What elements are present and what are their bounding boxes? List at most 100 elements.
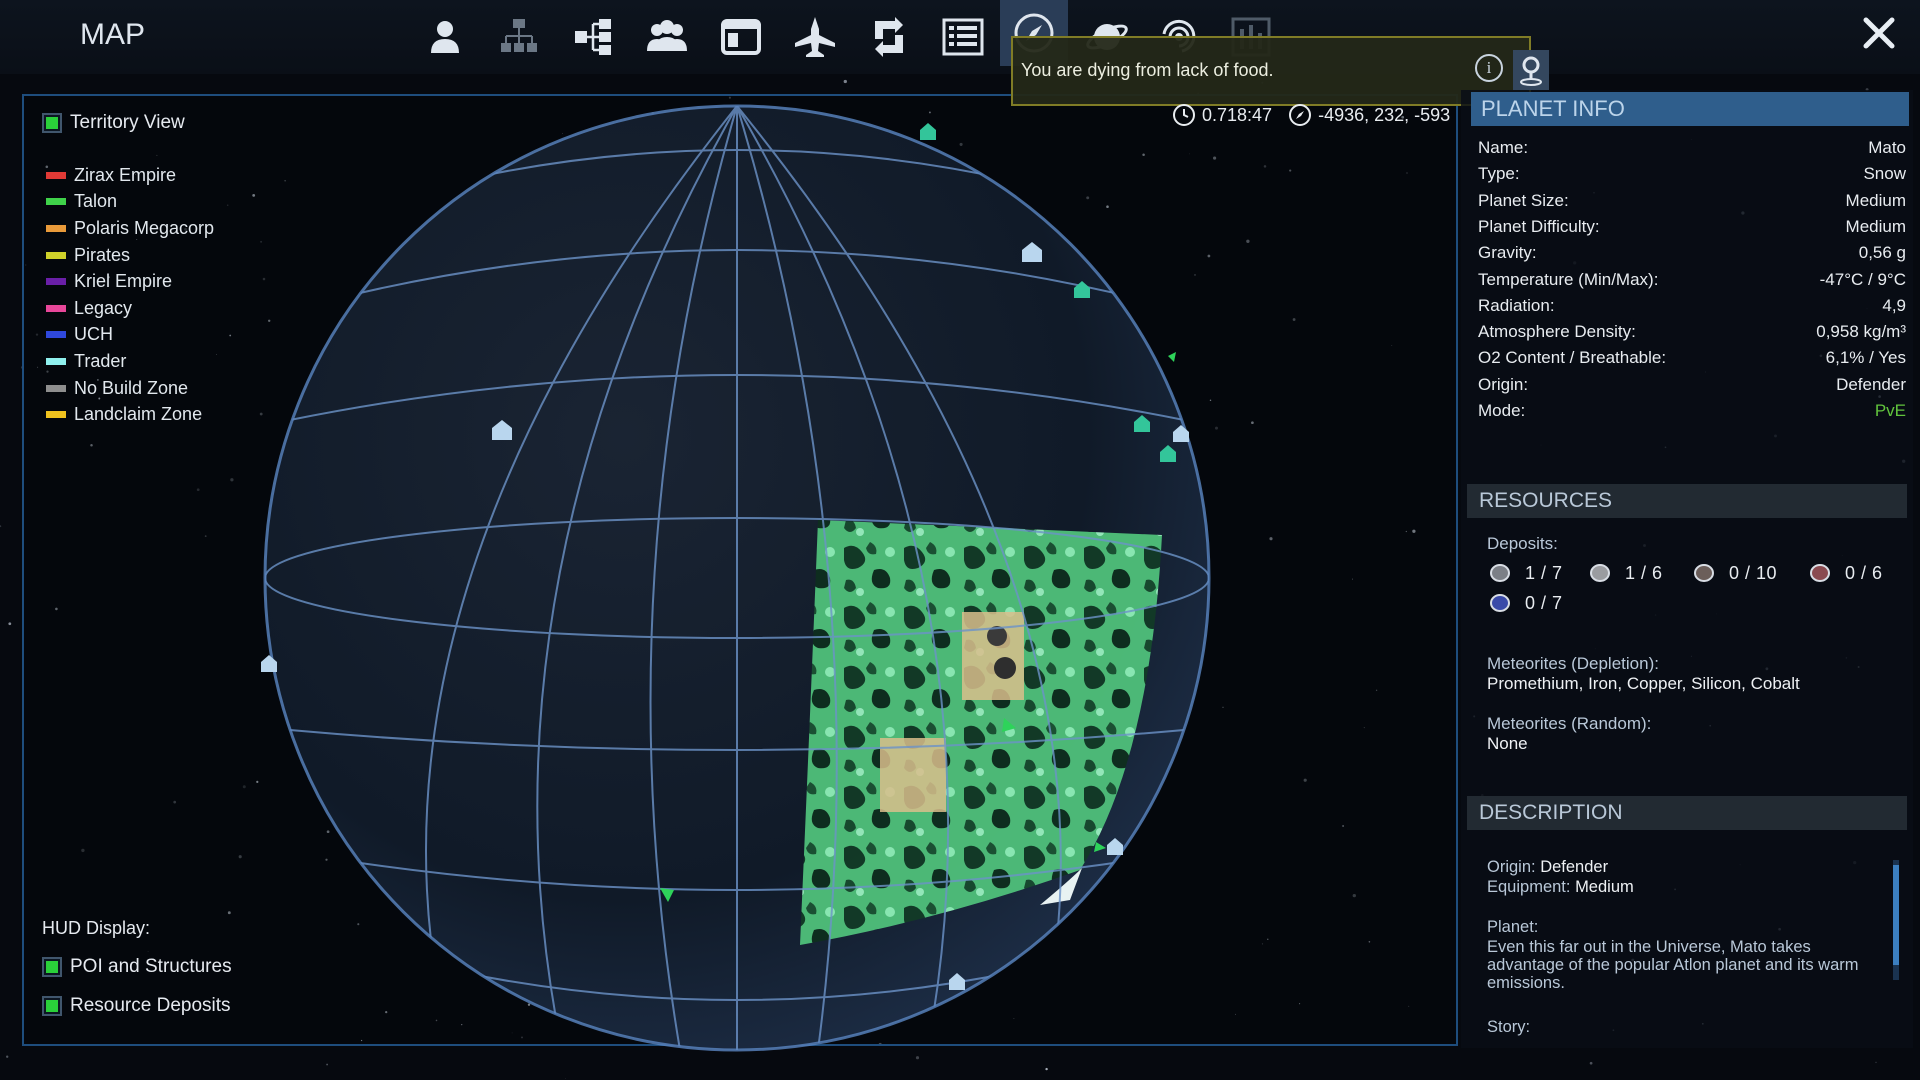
legend-label: Landclaim Zone — [74, 404, 203, 425]
planet-info-label: Planet Difficulty: — [1478, 216, 1600, 236]
description-origin: Origin: Defender — [1487, 858, 1609, 876]
legend-item: Kriel Empire — [42, 268, 214, 295]
planet-info-label: Name: — [1478, 138, 1529, 157]
landclaim-zone-1 — [962, 612, 1024, 700]
description-planet-label: Planet: — [1487, 918, 1539, 936]
description-story-label: Story: — [1487, 1018, 1531, 1036]
planet-info-row: Gravity: 0,56 g — [1478, 243, 1906, 263]
talon-structure-icon[interactable] — [920, 123, 936, 140]
planet-info-row: Mode: PvE — [1478, 401, 1906, 421]
compass-icon — [1289, 104, 1312, 126]
map-pin-button[interactable] — [1513, 50, 1549, 90]
ore-icon — [1490, 564, 1510, 582]
meteorites-depletion-label: Meteorites (Depletion): — [1487, 654, 1659, 673]
poi-structures-label: POI and Structures — [70, 956, 232, 977]
legend-swatch — [46, 278, 66, 286]
crater-2 — [994, 657, 1016, 679]
legend-item: Talon — [42, 189, 214, 216]
resource-deposits-toggle[interactable]: Resource Deposits — [42, 995, 231, 1017]
poi-structures-checkbox[interactable] — [42, 957, 62, 977]
planet-info-value: 0,958 kg/m³ — [1816, 322, 1906, 342]
deposit-item: 0 / 10 — [1691, 562, 1777, 584]
legend-item: Polaris Megacorp — [42, 215, 214, 242]
close-icon[interactable] — [1860, 14, 1898, 52]
territory-view-label: Territory View — [70, 112, 185, 133]
planet-info-row: Planet Size: Medium — [1478, 191, 1906, 211]
map-pin-icon — [1520, 56, 1542, 86]
legend-swatch — [46, 198, 66, 206]
ore-icon — [1694, 564, 1714, 582]
planet-info-label: Mode: — [1478, 401, 1526, 420]
legend-label: Kriel Empire — [74, 271, 173, 292]
legend-item: Trader — [42, 348, 214, 375]
description-planet-text: Even this far out in the Universe, Mato … — [1487, 938, 1859, 992]
planet-info-label: Origin: — [1478, 374, 1529, 394]
info-icon[interactable]: i — [1475, 54, 1503, 82]
deposit-item: 1 / 6 — [1587, 562, 1663, 584]
legend-label: Talon — [74, 191, 118, 212]
planet-info-header: PLANET INFO — [1471, 92, 1909, 126]
territory-view-toggle[interactable]: Territory View — [42, 112, 214, 134]
legend-item: Pirates — [42, 242, 214, 269]
planet-info-row: Planet Difficulty: Medium — [1478, 217, 1906, 237]
description-header: DESCRIPTION — [1467, 796, 1907, 830]
resource-deposits-label: Resource Deposits — [70, 995, 231, 1016]
planet-info-row: O2 Content / Breathable: 6,1% / Yes — [1478, 348, 1906, 368]
legend-swatch — [46, 251, 66, 259]
legend-label: Polaris Megacorp — [74, 217, 215, 238]
ship-marker-icon[interactable] — [1168, 352, 1176, 362]
deposit-count: 0 / 6 — [1845, 562, 1883, 583]
faction-legend-list: Zirax Empire Talon Polaris Megacorp Pirates… — [42, 162, 214, 428]
planet-info-row: Radiation: 4,9 — [1478, 296, 1906, 316]
notification-banner: You are dying from lack of food. i — [1011, 36, 1549, 106]
legend-swatch — [46, 224, 66, 232]
planet-info-value: 4,9 — [1882, 295, 1906, 315]
deposit-item: 0 / 7 — [1487, 592, 1563, 614]
deposit-count: 0 / 7 — [1525, 592, 1563, 613]
territory-view-checkbox[interactable] — [42, 113, 62, 133]
description-scrollbar-thumb[interactable] — [1893, 865, 1899, 965]
hud-display-label: HUD Display: — [42, 918, 151, 938]
legend-item: Legacy — [42, 295, 214, 322]
notification-text: You are dying from lack of food. — [1021, 60, 1274, 80]
planet-info-panel: PLANET INFO Name: Mato Type: Snow Planet Siz… — [1461, 90, 1913, 1048]
planet-info-label: Atmosphere Density: — [1478, 322, 1636, 342]
planet-info-label: Type: — [1478, 164, 1520, 184]
game-time: 0.718:47 — [1202, 104, 1273, 125]
resource-deposits-checkbox[interactable] — [42, 996, 62, 1016]
legend-label: Legacy — [74, 297, 133, 318]
legend-swatch — [46, 357, 66, 365]
planet-info-value: PvE — [1874, 401, 1906, 420]
legend-swatch — [46, 411, 66, 419]
ore-icon — [1590, 564, 1610, 582]
planet-info-row: Origin: Defender — [1478, 375, 1906, 395]
planet-globe[interactable] — [0, 0, 1460, 1060]
legend-swatch — [46, 384, 66, 392]
planet-info-value: Medium — [1845, 216, 1906, 236]
planet-info-value: Defender — [1836, 374, 1906, 394]
legend-label: No Build Zone — [74, 377, 189, 398]
status-readout: 0.718:47 -4936, 232, -593 — [1172, 102, 1450, 128]
legend-label: Trader — [74, 350, 127, 371]
planet-info-value: 6,1% / Yes — [1825, 348, 1906, 368]
ore-icon — [1810, 564, 1830, 582]
deposit-count: 1 / 7 — [1525, 562, 1563, 583]
player-coordinates: -4936, 232, -593 — [1318, 104, 1451, 125]
planet-info-value: 0,56 g — [1858, 243, 1906, 263]
legend-swatch — [46, 304, 66, 312]
meteorites-depletion-value: Promethium, Iron, Copper, Silicon, Cobal… — [1487, 674, 1800, 693]
legend-label: Pirates — [74, 244, 131, 265]
legend-item: Zirax Empire — [42, 162, 214, 189]
planet-info-label: Planet Size: — [1478, 190, 1569, 210]
legend-label: Zirax Empire — [74, 164, 177, 185]
legend-item: UCH — [42, 322, 214, 349]
planet-info-label: O2 Content / Breathable: — [1478, 348, 1667, 368]
legend-swatch — [46, 171, 66, 179]
deposit-item: 0 / 6 — [1807, 562, 1883, 584]
poi-structures-toggle[interactable]: POI and Structures — [42, 956, 232, 978]
planet-info-value: Snow — [1863, 164, 1906, 184]
deposit-count: 1 / 6 — [1625, 562, 1663, 583]
territory-legend: Territory View Zirax Empire Talon Polaris … — [42, 112, 214, 428]
landclaim-zone-2 — [880, 738, 946, 812]
deposits-label: Deposits: — [1487, 534, 1558, 553]
